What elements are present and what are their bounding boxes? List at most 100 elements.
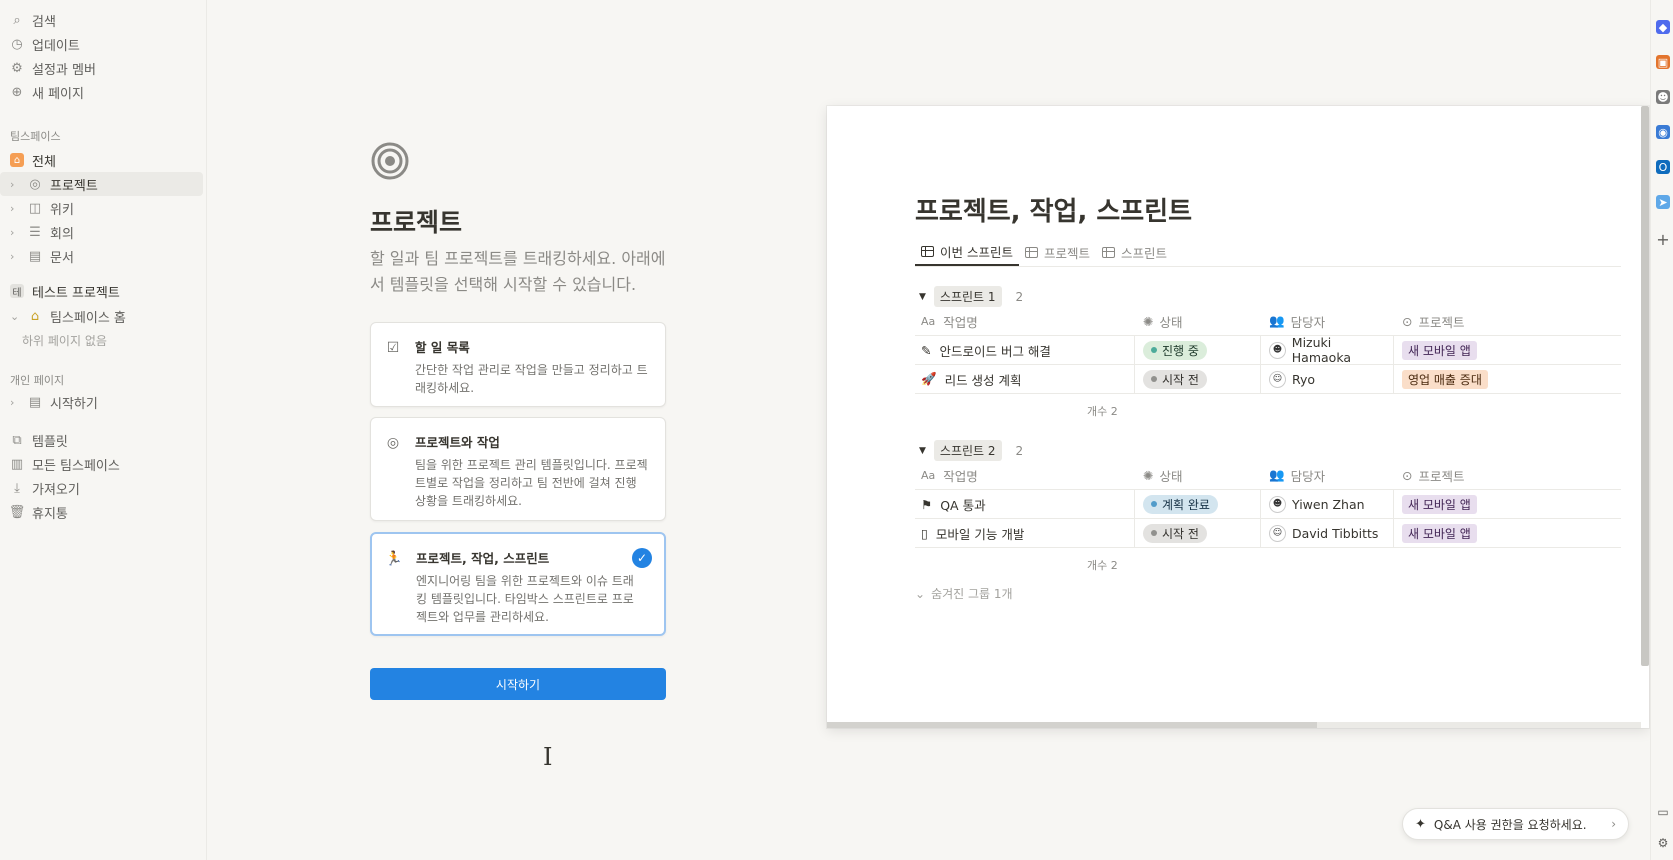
qa-request-button[interactable]: ✦ Q&A 사용 권한을 요청하세요. › [1402,808,1629,840]
project-tag: 새 모바일 앱 [1402,523,1477,543]
assignee-name: Mizuki Hamaoka [1291,335,1352,365]
sidebar-item-label: 새 페이지 [32,86,84,102]
send-icon[interactable]: ➤ [1656,195,1670,209]
tab-sprints[interactable]: 스프린트 [1096,238,1173,266]
template-card-projects-tasks-sprints[interactable]: 🏃 프로젝트, 작업, 스프린트 엔지니어링 팀을 위한 프로젝트와 이슈 트래… [370,532,666,636]
sidebar-item-settings[interactable]: ⚙ 설정과 멤버 [0,56,203,80]
plus-circle-icon: ⊕ [11,84,23,100]
task-name: 안드로이드 버그 해결 [939,343,1051,359]
preview-vertical-scrollbar[interactable] [1641,106,1649,666]
relation-icon: ⊙ [1402,467,1413,483]
tab-label: 이번 스프린트 [940,244,1013,260]
sidebar-item-label: 검색 [32,14,56,30]
hidden-groups-toggle[interactable]: ⌄ 숨겨진 그룹 1개 [915,585,1013,602]
table-row[interactable]: ✎ 안드로이드 버그 해결 진행 중 ☻ Mizuki Hamaoka 새 모바일 … [915,335,1621,365]
private-header: 개인 페이지 [10,374,65,387]
sidebar-item-templates[interactable]: ⧉ 템플릿 [0,428,203,452]
column-assignee: 담당자 [1290,468,1326,484]
text-property-icon: Aa [921,314,936,328]
card-description: 간단한 작업 관리로 작업을 만들고 정리하고 트래킹하세요. [415,363,648,395]
task-name: QA 통과 [940,497,986,513]
plus-icon[interactable]: + [1656,230,1670,249]
panel-icon[interactable]: ▭ [1656,805,1670,819]
group-footer-count: 개수 2 [1087,559,1118,572]
chevron-down-icon[interactable]: ⌄ [10,310,20,323]
tab-label: 프로젝트 [1043,245,1090,261]
app-icon[interactable]: ◆ [1656,20,1670,34]
qa-label: Q&A 사용 권한을 요청하세요. [1433,817,1587,832]
card-title: 프로젝트와 작업 [415,435,500,450]
sidebar-item-test-project[interactable]: 테 테스트 프로젝트 [0,279,203,303]
table-icon [1102,246,1115,258]
sidebar-item-getting-started[interactable]: › ▤ 시작하기 [0,390,203,414]
sidebar: ⌕ 검색 ◷ 업데이트 ⚙ 설정과 멤버 ⊕ 새 페이지 팀스페이스 ⌂ 전체 … [0,0,207,860]
tab-current-sprint[interactable]: 이번 스프린트 [915,238,1019,266]
clock-icon: ◷ [11,36,23,52]
sidebar-item-meetings[interactable]: › ☰ 회의 [0,220,203,244]
table-row[interactable]: ⚑ QA 통과 계획 완료 ☻ Yiwen Zhan 새 모바일 앱 [915,490,1621,519]
book-icon: ◫ [28,200,42,216]
sidebar-item-all[interactable]: ⌂ 전체 [0,148,203,172]
chevron-right-icon[interactable]: › [10,202,20,215]
triangle-down-icon[interactable]: ▼ [919,446,926,456]
task-emoji: ✎ [921,342,932,358]
sidebar-item-new-page[interactable]: ⊕ 새 페이지 [0,80,203,104]
chevron-right-icon[interactable]: › [10,226,20,239]
group-header[interactable]: ▼ 스프린트 2 2 [919,440,1023,461]
task-name: 리드 생성 계획 [944,372,1022,388]
sidebar-item-wiki[interactable]: › ◫ 위키 [0,196,203,220]
runner-icon: 🏃 [385,551,403,567]
status-badge: 시작 전 [1143,369,1207,389]
tab-projects[interactable]: 프로젝트 [1019,238,1096,266]
search-icon: ⌕ [13,12,21,28]
triangle-down-icon[interactable]: ▼ [919,292,926,302]
status-badge: 계획 완료 [1143,494,1218,514]
task-emoji: 🚀 [921,371,937,386]
hidden-groups-label: 숨겨진 그룹 1개 [931,587,1013,601]
project-tag: 새 모바일 앱 [1402,494,1477,514]
trash-icon: 🗑 [8,504,26,520]
outlook-icon[interactable]: O [1656,160,1670,174]
sidebar-item-search[interactable]: ⌕ 검색 [0,8,203,32]
table-row[interactable]: ▯ 모바일 기능 개발 시작 전 ☺ David Tibbitts 새 모바일 앱 [915,519,1621,548]
chevron-right-icon[interactable]: › [10,250,20,263]
task-emoji: ⚑ [921,496,933,512]
preview-horizontal-scrollbar[interactable] [827,722,1317,728]
sidebar-item-trash[interactable]: 🗑 휴지통 [0,500,203,524]
template-card-todo[interactable]: ☑ 할 일 목록 간단한 작업 관리로 작업을 만들고 정리하고 트래킹하세요. [370,322,666,407]
sidebar-item-updates[interactable]: ◷ 업데이트 [0,32,203,56]
gear-icon[interactable]: ⚙ [1656,836,1670,850]
chevron-right-icon[interactable]: › [10,178,20,191]
people-icon[interactable]: ☻ [1656,90,1670,104]
group-header[interactable]: ▼ 스프린트 1 2 [919,286,1023,307]
copilot-icon[interactable]: ◉ [1656,125,1670,139]
column-status: 상태 [1159,314,1183,330]
sidebar-item-import[interactable]: ⤓ 가져오기 [0,476,203,500]
group-count: 2 [1015,443,1024,458]
sidebar-item-label: 업데이트 [32,38,80,54]
avatar: ☺ [1269,524,1286,542]
briefcase-icon[interactable]: ▣ [1656,55,1670,69]
right-app-rail: ◆ ▣ ☻ ◉ O ➤ + ▭ ⚙ [1650,0,1673,860]
sidebar-item-projects[interactable]: › ◎ 프로젝트 [0,172,203,196]
template-card-projects-tasks[interactable]: ◎ 프로젝트와 작업 팀을 위한 프로젝트 관리 템플릿입니다. 프로젝트별로 … [370,417,666,521]
chevron-right-icon[interactable]: › [10,396,20,409]
group-name: 스프린트 2 [933,440,1002,461]
table-row[interactable]: 🚀 리드 생성 계획 시작 전 ☺ Ryo 영업 매출 증대 [915,365,1621,394]
sidebar-item-all-teamspaces[interactable]: ▥ 모든 팀스페이스 [0,452,203,476]
chevron-right-icon: › [1611,817,1616,831]
sidebar-item-label: 시작하기 [50,396,98,412]
download-icon: ⤓ [14,480,20,496]
sidebar-item-label: 회의 [50,226,74,242]
target-icon: ◎ [386,435,400,451]
doc-icon: ▤ [28,248,42,264]
column-name: 작업명 [943,468,978,484]
sidebar-item-label: 설정과 멤버 [32,62,96,78]
home-icon: ⌂ [10,153,24,167]
relation-icon: ⊙ [1402,313,1413,329]
sidebar-item-docs[interactable]: › ▤ 문서 [0,244,203,268]
start-button[interactable]: 시작하기 [370,668,666,700]
doc-icon: ▤ [28,394,42,410]
sidebar-item-teamspace-home[interactable]: ⌄ ⌂ 팀스페이스 홈 [0,304,203,328]
teamspace-badge: 테 [10,284,24,299]
